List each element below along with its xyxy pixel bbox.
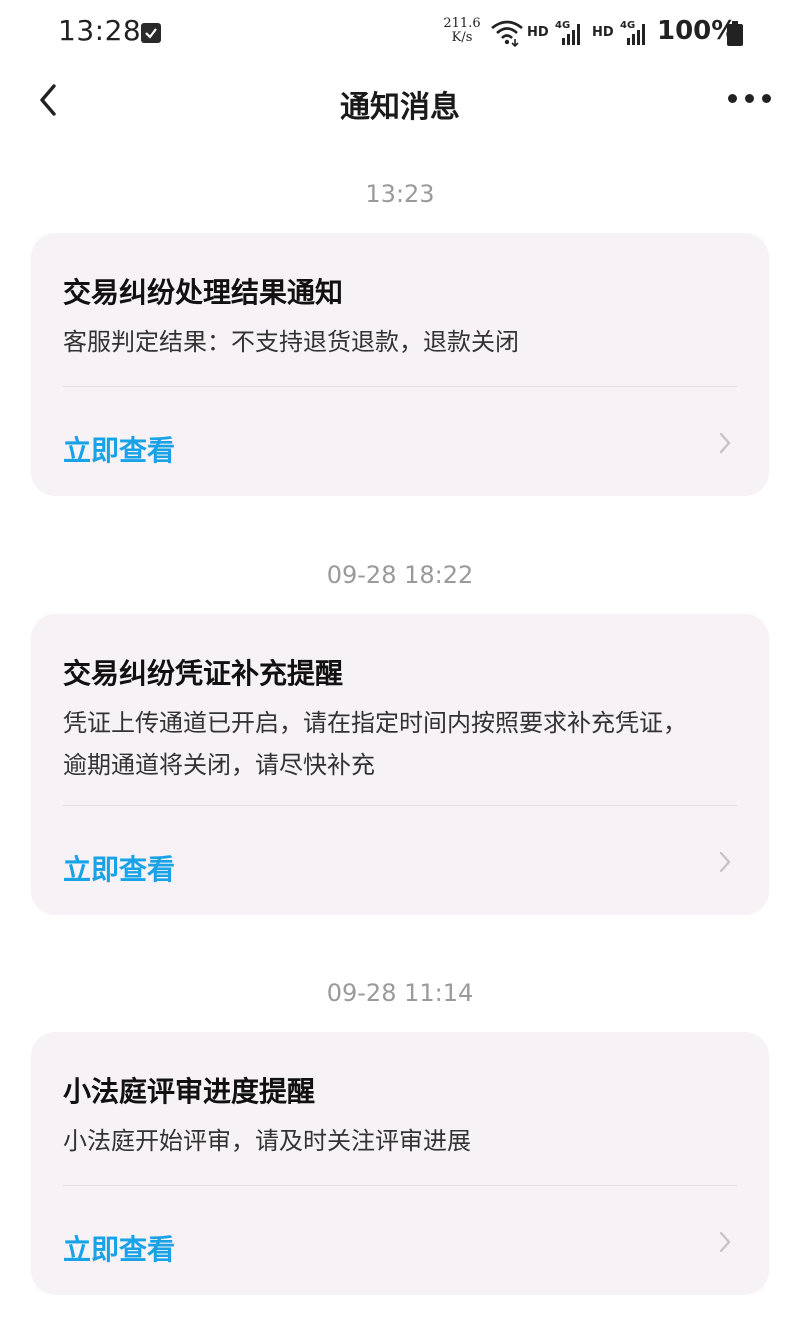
message-body-line: 小法庭开始评审，请及时关注评审进展: [63, 1127, 471, 1155]
chevron-right-icon[interactable]: [717, 849, 733, 875]
message-title: 交易纠纷处理结果通知: [63, 276, 344, 309]
message-title: 交易纠纷凭证补充提醒: [63, 657, 344, 690]
battery-icon: [727, 21, 743, 46]
hd-indicator: HD: [592, 25, 614, 40]
navigation-header: 通知消息: [0, 66, 800, 134]
message-body: 客服判定结果：不支持退货退款，退款关闭: [63, 321, 743, 363]
view-now-link[interactable]: 立即查看: [63, 429, 175, 469]
signal-icon: 4G: [555, 20, 580, 45]
message-body-line: 逾期通道将关闭，请尽快补充: [63, 751, 375, 779]
network-speed-unit: K/s: [451, 30, 473, 45]
network-type: 4G: [555, 20, 570, 31]
check-notification-icon: [141, 23, 161, 43]
message-title: 小法庭评审进度提醒: [63, 1075, 316, 1108]
chevron-right-icon[interactable]: [717, 1229, 733, 1255]
message-body-line: 客服判定结果：不支持退货退款，退款关闭: [63, 328, 519, 356]
message-body: 小法庭开始评审，请及时关注评审进展: [63, 1120, 743, 1162]
message-body-line: 凭证上传通道已开启，请在指定时间内按照要求补充凭证，: [63, 709, 687, 737]
divider: [63, 1185, 737, 1186]
message-card[interactable]: 交易纠纷处理结果通知 客服判定结果：不支持退货退款，退款关闭 立即查看: [31, 233, 769, 496]
message-card[interactable]: 小法庭评审进度提醒 小法庭开始评审，请及时关注评审进展 立即查看: [31, 1032, 769, 1295]
status-time: 13:28: [58, 14, 142, 47]
network-type: 4G: [620, 20, 635, 31]
message-time: 09-28 18:22: [326, 561, 474, 589]
wifi-icon: [491, 20, 523, 47]
chevron-right-icon[interactable]: [717, 430, 733, 456]
more-dots-icon: [728, 94, 737, 103]
message-time: 09-28 11:14: [326, 979, 474, 1007]
divider: [63, 386, 737, 387]
view-now-link[interactable]: 立即查看: [63, 848, 175, 888]
status-bar: 13:28 211.6 K/s HD 4G HD 4G 100%: [0, 0, 800, 66]
more-dot: [762, 94, 771, 103]
message-time: 13:23: [365, 180, 435, 208]
hd-indicator: HD: [527, 25, 549, 40]
more-options-button[interactable]: [724, 88, 774, 108]
message-body: 凭证上传通道已开启，请在指定时间内按照要求补充凭证， 逾期通道将关闭，请尽快补充: [63, 702, 743, 786]
network-speed-value: 211.6: [443, 16, 481, 31]
network-speed: 211.6 K/s: [438, 17, 486, 45]
page-title: 通知消息: [340, 90, 460, 125]
battery-level: 100%: [657, 16, 738, 46]
view-now-link[interactable]: 立即查看: [63, 1228, 175, 1268]
more-dot: [745, 94, 754, 103]
divider: [63, 805, 737, 806]
message-card[interactable]: 交易纠纷凭证补充提醒 凭证上传通道已开启，请在指定时间内按照要求补充凭证， 逾期…: [31, 614, 769, 915]
signal-icon: 4G: [620, 20, 645, 45]
